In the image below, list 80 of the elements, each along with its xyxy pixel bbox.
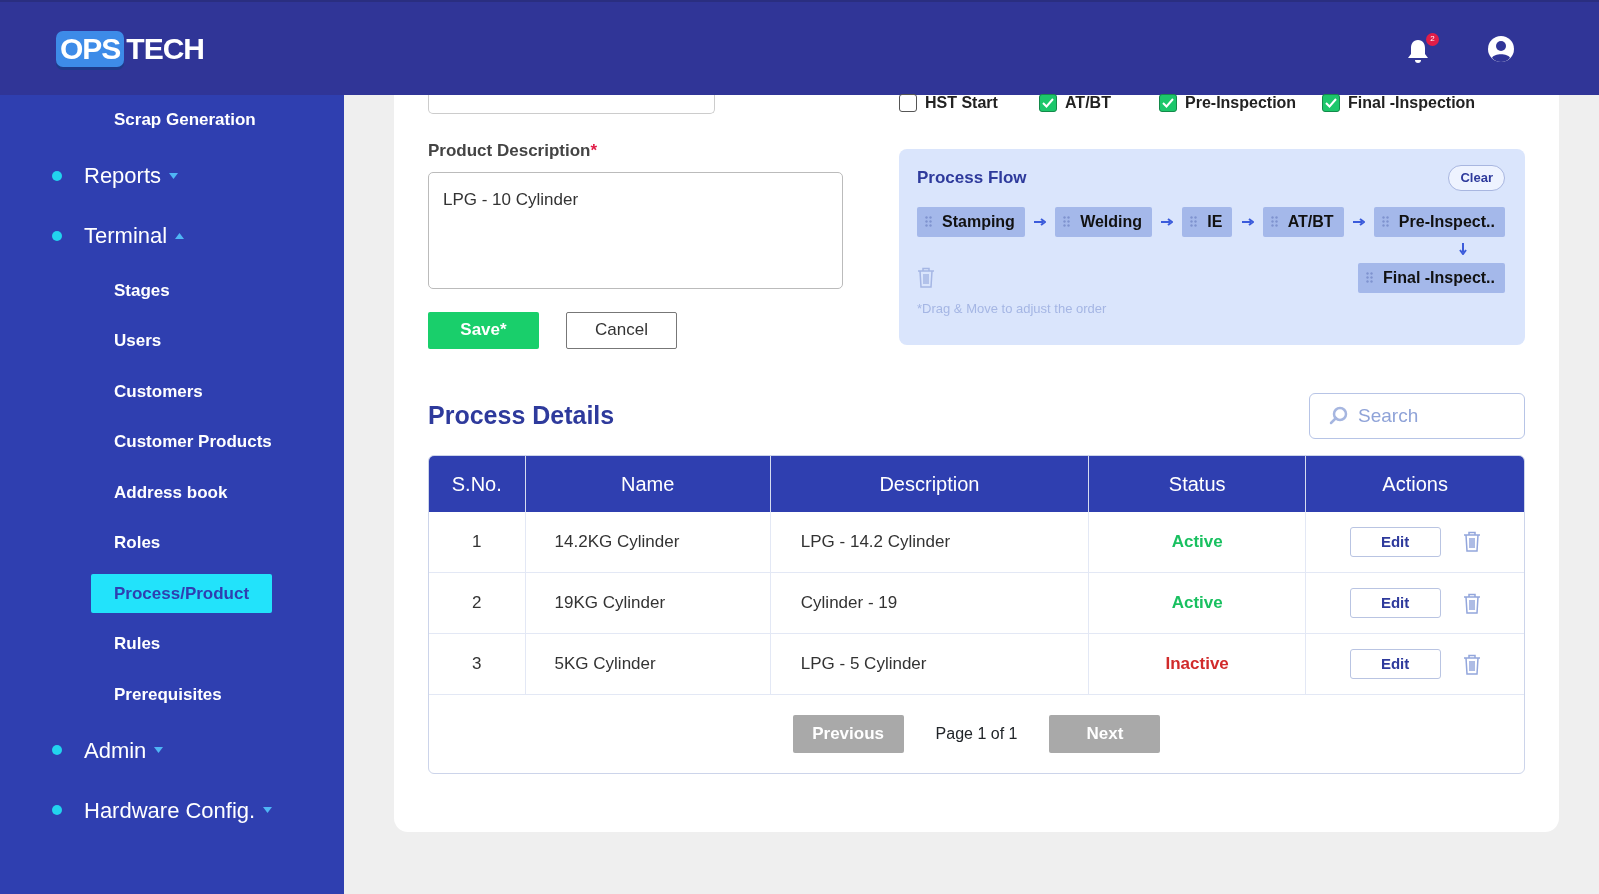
status-text: Active xyxy=(1088,511,1306,573)
checkbox[interactable] xyxy=(1159,94,1177,112)
trash-icon[interactable] xyxy=(1462,531,1481,553)
table-cell: LPG - 14.2 Cylinder xyxy=(770,511,1089,573)
sidebar-item[interactable]: Customer Products xyxy=(91,422,295,462)
field-label: Product Description xyxy=(428,141,591,160)
section-title: Process Details xyxy=(428,399,615,431)
grip-icon xyxy=(1190,216,1198,227)
table-cell: 1 xyxy=(429,511,526,573)
sidebar-item[interactable]: Address book xyxy=(91,472,251,512)
user-avatar-icon[interactable] xyxy=(1487,34,1515,63)
sidebar-item[interactable]: Customers xyxy=(91,371,226,411)
checkbox[interactable] xyxy=(899,94,917,112)
trash-icon[interactable] xyxy=(1462,592,1481,614)
flow-step[interactable]: IE xyxy=(1182,206,1233,237)
sidebar-item[interactable]: Users xyxy=(91,321,185,361)
table-cell: 5KG Cylinder xyxy=(525,633,771,695)
sidebar-item[interactable]: Roles xyxy=(91,523,184,563)
checkbox[interactable] xyxy=(1039,94,1057,112)
input-field[interactable] xyxy=(428,95,715,114)
bullet-icon xyxy=(52,805,62,815)
column-header: Name xyxy=(525,455,771,512)
edit-button[interactable]: Edit xyxy=(1349,526,1441,557)
sidebar-group[interactable]: Hardware Config. xyxy=(84,793,256,827)
bullet-icon xyxy=(52,230,62,241)
cancel-button[interactable]: Cancel xyxy=(566,311,677,349)
table-cell: 14.2KG Cylinder xyxy=(525,511,771,573)
flow-step[interactable]: Pre-Inspect.. xyxy=(1373,206,1505,237)
sidebar-group[interactable]: Admin xyxy=(84,733,147,767)
bullet-icon xyxy=(52,745,62,755)
description-field[interactable]: LPG - 10 Cylinder xyxy=(428,171,843,289)
search-field[interactable]: Search xyxy=(1309,392,1525,439)
flow-step[interactable]: AT/BT xyxy=(1262,206,1344,237)
logo-text: TECH xyxy=(126,31,205,67)
edit-button[interactable]: Edit xyxy=(1349,649,1441,679)
edit-button[interactable]: Edit xyxy=(1349,588,1441,618)
trash-icon[interactable] xyxy=(1462,653,1481,675)
logo-badge: OPS xyxy=(56,30,125,67)
grip-icon xyxy=(1270,216,1278,227)
arrow-right-icon xyxy=(1161,217,1174,226)
arrow-right-icon xyxy=(1352,217,1365,226)
sidebar-item[interactable]: Prerequisites xyxy=(91,674,245,714)
column-header: S.No. xyxy=(429,455,526,512)
flow-step[interactable]: Final -Inspect.. xyxy=(1358,262,1505,293)
sidebar-group[interactable]: Terminal xyxy=(84,219,168,252)
table-cell: 3 xyxy=(429,633,526,695)
panel-title: Process Flow xyxy=(917,167,1027,189)
checkbox-label: Pre-Inspection xyxy=(1185,93,1297,113)
table-cell: 19KG Cylinder xyxy=(525,572,771,634)
checkbox-label: Final -Inspection xyxy=(1348,93,1476,113)
status-text: Active xyxy=(1088,572,1306,634)
sidebar-item[interactable]: Stages xyxy=(91,270,193,310)
sidebar-item[interactable]: Scrap Generation xyxy=(91,100,279,140)
table-cell: LPG - 5 Cylinder xyxy=(770,633,1089,695)
checkbox-label: AT/BT xyxy=(1065,93,1111,113)
sidebar-group[interactable]: Reports xyxy=(84,159,162,192)
grip-icon xyxy=(1366,272,1373,283)
column-header: Description xyxy=(770,455,1089,512)
column-header: Status xyxy=(1088,455,1306,512)
column-header: Actions xyxy=(1305,455,1524,512)
notification-count: 2 xyxy=(1426,32,1439,46)
checkbox[interactable] xyxy=(1322,94,1340,112)
table-cell: Cylinder - 19 xyxy=(770,572,1089,634)
flow-step[interactable]: Welding xyxy=(1055,206,1153,237)
required-mark: * xyxy=(590,141,598,160)
clear-button[interactable]: Clear xyxy=(1448,165,1505,191)
grip-icon xyxy=(1381,216,1389,227)
status-text: Inactive xyxy=(1088,633,1306,695)
grip-icon xyxy=(925,216,932,227)
bullet-icon xyxy=(52,170,62,181)
page-info: Page 1 of 1 xyxy=(935,724,1018,744)
checkbox-label: HST Start xyxy=(925,93,998,113)
sidebar-item[interactable]: Rules xyxy=(91,624,184,664)
sidebar-item[interactable]: Process/Product xyxy=(91,573,273,613)
arrow-right-icon xyxy=(1241,217,1254,226)
flow-step[interactable]: Stamping xyxy=(917,206,1025,237)
grip-icon xyxy=(1063,216,1071,227)
arrow-down-icon xyxy=(1459,242,1467,255)
arrow-right-icon xyxy=(1034,217,1046,226)
table-cell: 2 xyxy=(429,572,526,634)
